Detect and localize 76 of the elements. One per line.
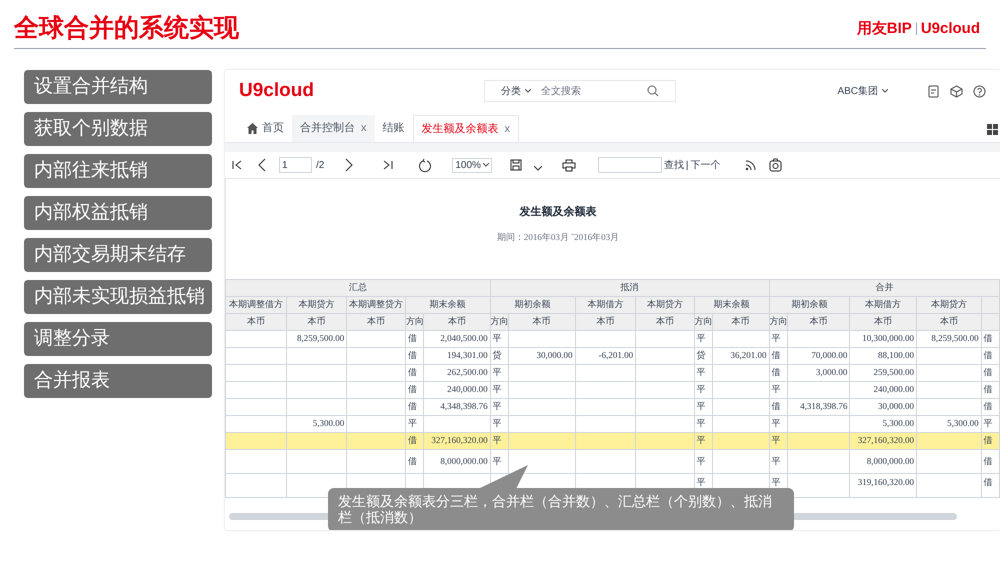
- sidebar-item[interactable]: 内部未实现损益抵销: [24, 280, 212, 314]
- column-header: 本币: [346, 314, 406, 330]
- sidebar-item[interactable]: 内部交易期末结存: [24, 238, 212, 272]
- page-number-field[interactable]: 1: [279, 157, 312, 173]
- column-header: 本币: [286, 314, 347, 330]
- product-logo-text: U9cloud: [920, 18, 980, 39]
- separator-text: |: [686, 158, 689, 172]
- column-header: 期末余额: [694, 296, 770, 314]
- refresh-icon[interactable]: [418, 158, 432, 172]
- sidebar-item[interactable]: 获取个别数据: [24, 112, 212, 146]
- column-header: 本期调整借方: [226, 296, 286, 314]
- search-icon[interactable]: [647, 85, 659, 97]
- tab-close-button[interactable]: x: [361, 120, 366, 137]
- next-page-icon[interactable]: [344, 158, 354, 172]
- tab[interactable]: 发生额及余额表 x: [412, 115, 519, 142]
- column-header: 本币: [423, 314, 490, 330]
- previous-page-icon[interactable]: [257, 158, 267, 172]
- column-header: 期初余额: [769, 296, 850, 314]
- brand-logo-text: 用友BIP: [856, 18, 912, 39]
- category-dropdown[interactable]: 分类: [501, 84, 521, 98]
- column-header: 期末余额: [405, 296, 490, 314]
- caret-icon[interactable]: [882, 89, 888, 93]
- tab[interactable]: 首页: [239, 115, 292, 142]
- table-cell: 借: [981, 474, 1000, 498]
- sidebar-item[interactable]: 合并报表: [24, 364, 212, 398]
- column-group-header: 抵消: [490, 280, 770, 296]
- search-field[interactable]: 分类 全文搜索: [484, 80, 676, 102]
- find-link[interactable]: 查找: [664, 158, 684, 172]
- tab[interactable]: 合并控制台 x: [292, 115, 374, 142]
- column-header: 本期借方: [850, 296, 916, 314]
- next-link[interactable]: 下一个: [690, 158, 721, 172]
- sidebar-item[interactable]: 内部权益抵销: [24, 196, 212, 230]
- grid-icon[interactable]: [987, 124, 998, 135]
- camera-icon[interactable]: [768, 158, 782, 172]
- column-header: 本期贷方: [916, 296, 982, 314]
- column-header: 本币: [916, 314, 982, 330]
- caret-icon: [525, 89, 531, 93]
- column-group-header: 汇总: [226, 280, 490, 296]
- caret-icon: [482, 163, 489, 167]
- column-header: 本期贷方: [286, 296, 347, 314]
- column-header: 本期贷方: [636, 296, 694, 314]
- rss-icon[interactable]: [744, 159, 757, 171]
- app-logo: U9cloud: [239, 78, 315, 103]
- document-icon[interactable]: [928, 84, 940, 98]
- column-header: 本币: [575, 314, 636, 330]
- report-period: 期间：2016年03月 ˜2016年03月: [496, 230, 620, 244]
- sidebar-item[interactable]: 内部往来抵销: [24, 154, 212, 188]
- organization-dropdown[interactable]: ABC集团: [837, 84, 878, 98]
- sidebar-item[interactable]: 调整分录: [24, 322, 212, 356]
- first-page-icon[interactable]: [231, 159, 243, 171]
- report-title: 发生额及余额表: [520, 204, 596, 220]
- column-header: 本币: [712, 314, 770, 330]
- column-header: 本币: [636, 314, 694, 330]
- home-icon: [247, 123, 258, 134]
- column-header: 本币: [226, 314, 286, 330]
- help-icon[interactable]: [973, 84, 986, 98]
- tab[interactable]: 结账: [374, 115, 412, 142]
- column-header: 本币: [787, 314, 850, 330]
- sidebar-item[interactable]: 设置合并结构: [24, 70, 212, 104]
- column-header: 本币: [508, 314, 576, 330]
- cube-icon[interactable]: [950, 84, 963, 98]
- last-page-icon[interactable]: [382, 159, 394, 171]
- column-header: 本币: [850, 314, 916, 330]
- column-header: 本期借方: [575, 296, 636, 314]
- column-header: 本期调整贷方: [346, 296, 406, 314]
- page-total: /2: [316, 158, 324, 172]
- column-group-header: 合并: [769, 280, 1000, 296]
- slide-title: 全球合并的系统实现: [14, 13, 239, 44]
- save-icon[interactable]: [510, 159, 522, 171]
- find-field[interactable]: [598, 157, 662, 173]
- print-icon[interactable]: [562, 158, 576, 172]
- table-cell: 319,160,320.00: [850, 474, 916, 498]
- column-header: 期初余额: [490, 296, 576, 314]
- zoom-dropdown[interactable]: 100%: [452, 158, 492, 172]
- tab-close-button[interactable]: x: [504, 120, 510, 138]
- caret-icon[interactable]: [534, 166, 542, 170]
